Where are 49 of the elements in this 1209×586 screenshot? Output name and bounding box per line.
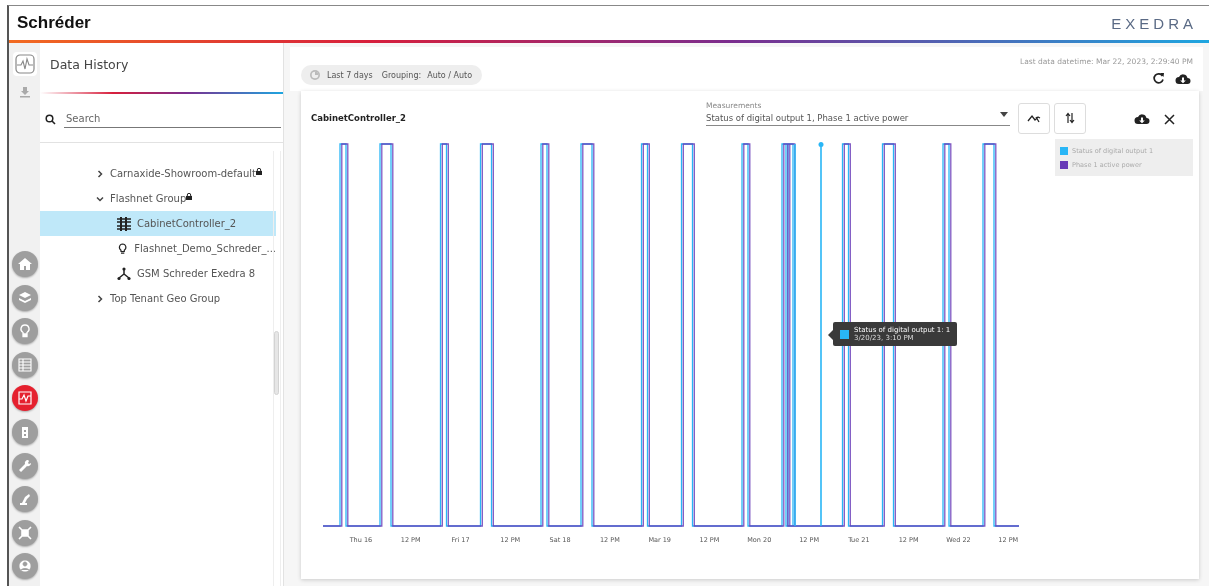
nav-button[interactable] — [11, 251, 38, 278]
scrollbar-thumb[interactable] — [274, 331, 279, 395]
sort-button[interactable] — [1054, 102, 1086, 134]
tree-item[interactable]: Flashnet Group — [40, 186, 276, 211]
sliders-icon — [116, 216, 132, 231]
range-text: Last 7 days — [327, 70, 373, 80]
refresh-icon[interactable] — [1152, 72, 1165, 85]
table-icon — [16, 356, 33, 373]
chart-title: CabinetController_2 — [311, 113, 408, 123]
user-icon — [16, 558, 33, 575]
panel-title: Data History — [49, 56, 130, 74]
grouping-label: Grouping: — [381, 70, 422, 80]
brand-logo: Schréder — [17, 13, 91, 33]
tree-item[interactable]: Top Tenant Geo Group — [40, 286, 276, 311]
close-icon[interactable] — [1164, 113, 1175, 125]
tooltip-swatch — [840, 329, 849, 339]
download-icon — [18, 86, 31, 98]
product-logo: EXEDRA — [1111, 14, 1197, 32]
pulse-chart-icon — [14, 54, 35, 74]
clock-icon — [309, 69, 321, 81]
tree-item[interactable]: CabinetController_2 — [40, 211, 276, 236]
home-icon — [16, 256, 33, 273]
nav-button[interactable] — [11, 385, 38, 412]
nav-button[interactable] — [11, 318, 38, 345]
cloud-download-icon[interactable] — [1175, 72, 1191, 85]
nav-button[interactable] — [11, 519, 38, 546]
filter-chip[interactable]: Last 7 days Grouping: Auto / Auto — [301, 65, 483, 85]
nav-button[interactable] — [11, 486, 38, 513]
nav-button[interactable] — [11, 419, 38, 446]
up-down-arrows-icon — [1065, 112, 1075, 124]
boxes-icon — [16, 289, 33, 306]
chart-icon — [16, 390, 33, 407]
search-icon — [45, 113, 56, 125]
nav-button[interactable] — [11, 284, 38, 311]
drone-icon — [16, 524, 33, 541]
cloud-download-icon[interactable] — [1134, 113, 1150, 125]
network-icon — [116, 266, 132, 281]
nav-button[interactable] — [11, 553, 38, 580]
tree-item[interactable]: Carnaxide-Showroom-default — [40, 161, 276, 186]
nav-button[interactable] — [11, 452, 38, 479]
grouping-value: Auto / Auto — [427, 70, 473, 80]
trend-button[interactable] — [1018, 102, 1050, 134]
trend-icon — [1027, 113, 1041, 123]
nav-button[interactable] — [11, 351, 38, 378]
tree-item[interactable]: Flashnet_Demo_Schreder_... — [40, 236, 276, 261]
tree-item[interactable]: GSM Schreder Exedra 8 — [40, 261, 276, 286]
bulb-icon — [116, 241, 130, 256]
data-history-button[interactable] — [12, 52, 37, 76]
caret-icon — [1000, 112, 1008, 117]
